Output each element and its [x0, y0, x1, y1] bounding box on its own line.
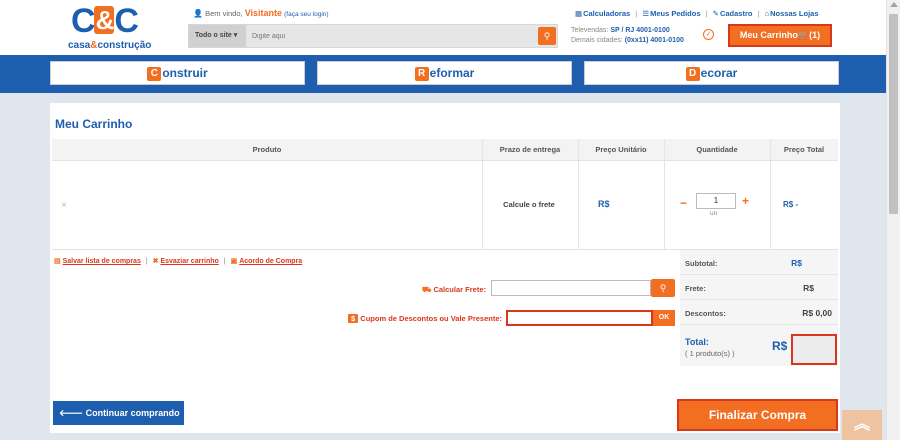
- search-input[interactable]: [246, 25, 536, 47]
- user-icon: 👤: [193, 9, 203, 18]
- quantity-decrease-button[interactable]: −: [680, 196, 687, 210]
- edit-icon: ✎: [712, 9, 719, 18]
- trash-icon: ✖: [152, 258, 159, 265]
- category-nav: Construir Reformar Decorar: [0, 55, 886, 93]
- line-total-price: R$ -: [783, 200, 799, 209]
- save-list-link[interactable]: Salvar lista de compras: [63, 258, 141, 265]
- cart-actions: ▤ Salvar lista de compras | ✖ Esvaziar car…: [54, 258, 303, 265]
- col-quantidade: Quantidade: [696, 145, 738, 154]
- store-icon: ⌂: [764, 9, 770, 18]
- double-chevron-up-icon: ︽: [853, 416, 870, 433]
- visitor-name: Visitante: [244, 8, 283, 18]
- search-button[interactable]: ⚲: [538, 27, 556, 45]
- search-bar: Todo o site ▾ ⚲: [188, 24, 558, 48]
- phone-info: Televendas: SP / RJ 4001-0100 Demais cid…: [571, 27, 684, 44]
- total-amount-box: [791, 334, 837, 365]
- cart-icon: 🛒: [797, 30, 810, 40]
- summary-product-count: ( 1 produto(s) ): [685, 349, 735, 358]
- link-nossas-lojas[interactable]: Nossas Lojas: [770, 9, 818, 18]
- my-cart-button[interactable]: Meu Carrinho🛒(1): [728, 24, 832, 47]
- link-meus-pedidos[interactable]: Meus Pedidos: [650, 9, 700, 18]
- site-logo[interactable]: C&C casa&construção: [68, 4, 166, 52]
- nav-reformar[interactable]: Reformar: [317, 61, 572, 85]
- delivery-estimate: Calcule o frete: [503, 200, 555, 209]
- col-preco-total: Preço Total: [783, 145, 825, 154]
- col-produto: Produto: [252, 145, 282, 154]
- top-links: ▦Calculadoras | ☰Meus Pedidos | ✎Cadastr…: [575, 9, 819, 18]
- scroll-up-arrow[interactable]: [890, 2, 898, 7]
- unit-price: R$: [598, 199, 610, 209]
- continue-shopping-button[interactable]: 🡐 Continuar comprando: [53, 401, 184, 425]
- freight-cep-input[interactable]: [491, 280, 651, 296]
- coupon-icon: $: [348, 314, 359, 323]
- cart-table-header: Produto Prazo de entrega Preço Unitário …: [52, 139, 838, 161]
- nav-decorar[interactable]: Decorar: [584, 61, 839, 85]
- summary-discount: Descontos: R$ 0,00: [680, 300, 838, 325]
- col-prazo: Prazo de entrega: [499, 145, 561, 154]
- logo-wordmark: C&C: [71, 2, 139, 40]
- purchase-agreement-link[interactable]: Acordo de Compra: [239, 258, 302, 265]
- calculator-icon: ▦: [575, 9, 583, 18]
- welcome-message: 👤 Bem vindo, Visitante (faça seu login): [193, 8, 329, 18]
- document-icon: ▣: [230, 258, 238, 265]
- cart-panel: Meu Carrinho Produto Prazo de entrega Pr…: [50, 103, 840, 433]
- summary-total-value: R$: [772, 339, 788, 353]
- divider: [770, 139, 771, 249]
- scroll-thumb[interactable]: [889, 14, 898, 214]
- remove-item-icon[interactable]: ×: [61, 200, 67, 211]
- summary-subtotal: Subtotal: R$: [680, 250, 838, 275]
- divider: [578, 139, 579, 249]
- summary-total-label: Total:: [685, 337, 709, 347]
- link-calculadoras[interactable]: Calculadoras: [583, 9, 630, 18]
- empty-cart-link[interactable]: Esvaziar carrinho: [160, 258, 218, 265]
- checkout-button[interactable]: Finalizar Compra: [677, 399, 838, 431]
- divider: [482, 139, 483, 249]
- order-summary: Subtotal: R$ Frete: R$ Descontos: R$ 0,0…: [680, 250, 838, 366]
- cart-count: (1): [809, 30, 821, 40]
- col-preco-unitario: Preço Unitário: [595, 145, 647, 154]
- logo-tagline: casa&construção: [68, 40, 152, 51]
- site-header: C&C casa&construção 👤 Bem vindo, Visitan…: [0, 0, 886, 55]
- summary-freight: Frete: R$: [680, 275, 838, 300]
- quantity-unit: un: [710, 210, 718, 217]
- check-circle-icon: ✓: [703, 29, 714, 40]
- search-icon: ⚲: [543, 31, 551, 41]
- page-title: Meu Carrinho: [55, 117, 133, 131]
- link-cadastro[interactable]: Cadastro: [720, 9, 753, 18]
- shopping-list-icon: ▤: [54, 258, 61, 265]
- list-icon: ☰: [642, 9, 650, 18]
- search-icon: ⚲: [659, 283, 667, 293]
- freight-label: ⛟ Calcular Frete:: [421, 285, 486, 294]
- coupon-ok-button[interactable]: OK: [653, 310, 675, 326]
- freight-search-button[interactable]: ⚲: [651, 279, 675, 297]
- search-category-select[interactable]: Todo o site ▾: [189, 25, 246, 47]
- back-to-top-button[interactable]: ︽: [842, 410, 882, 440]
- vertical-scrollbar[interactable]: [886, 0, 900, 440]
- coupon-label: $ Cupom de Descontos ou Vale Presente:: [320, 314, 502, 323]
- arrow-left-icon: 🡐: [59, 408, 84, 418]
- truck-icon: ⛟: [421, 285, 432, 294]
- nav-construir[interactable]: Construir: [50, 61, 305, 85]
- login-link[interactable]: (faça seu login): [284, 11, 328, 18]
- quantity-input[interactable]: 1: [696, 193, 736, 209]
- quantity-increase-button[interactable]: +: [742, 194, 749, 208]
- divider: [664, 139, 665, 249]
- coupon-input[interactable]: [506, 310, 653, 326]
